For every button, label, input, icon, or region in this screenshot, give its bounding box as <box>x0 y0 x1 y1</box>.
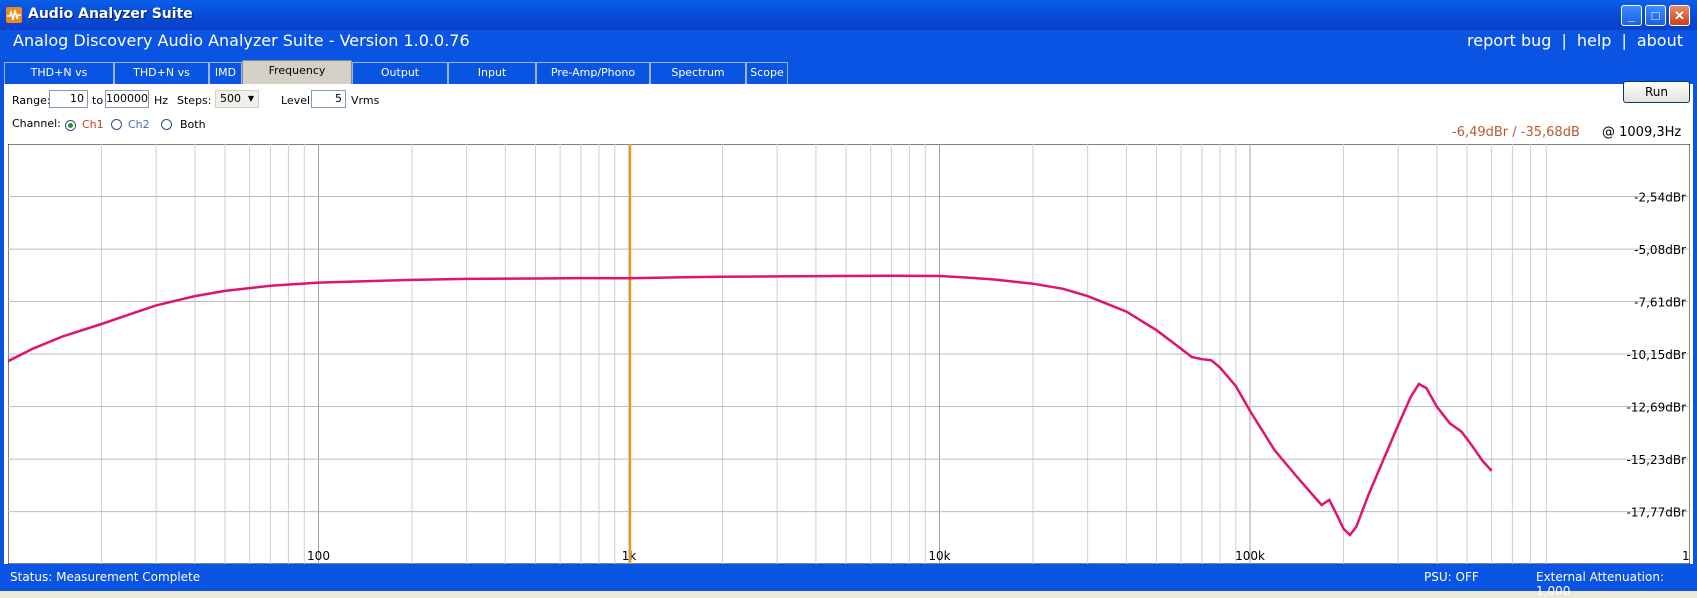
ch2-label[interactable]: Ch2 <box>128 118 150 131</box>
y-tick-label: -10,15dBr <box>1627 348 1687 362</box>
cursor-readout-values: -6,49dBr / -35,68dB <box>1452 125 1580 140</box>
y-tick-label: -5,08dBr <box>1634 243 1686 257</box>
x-tick-label: 100k <box>1235 549 1265 563</box>
both-label[interactable]: Both <box>180 118 206 131</box>
x-tick-label: 1k <box>622 549 637 563</box>
ch2-radio[interactable] <box>111 119 122 130</box>
ch1-label[interactable]: Ch1 <box>82 118 104 131</box>
range-from-input[interactable]: 10 <box>49 90 88 108</box>
frequency-response-panel: Range: 10 to 100000 Hz Steps: 500 ▼ Leve… <box>4 81 1693 564</box>
vrms-label: Vrms <box>351 94 380 107</box>
tab-scope[interactable]: Scope <box>746 62 788 84</box>
tab-thd-n-vs-frequency[interactable]: THD+N vs Frequency <box>4 62 114 99</box>
about-link[interactable]: about <box>1637 31 1683 50</box>
window-title: Audio Analyzer Suite <box>28 6 193 22</box>
cursor-readout-frequency: @ 1009,3Hz <box>1602 125 1682 140</box>
steps-select[interactable]: 500 ▼ <box>215 90 259 108</box>
status-text: Status: Measurement Complete <box>10 570 201 584</box>
status-bar: Status: Measurement Complete PSU: OFF Ex… <box>0 566 1697 598</box>
app-waveform-icon <box>6 7 22 23</box>
psu-status: PSU: OFF <box>1424 570 1479 584</box>
y-tick-label: -12,69dBr <box>1627 401 1687 415</box>
run-button[interactable]: Run <box>1623 81 1690 103</box>
minimize-button[interactable]: _ <box>1621 5 1642 26</box>
chevron-down-icon: ▼ <box>247 94 254 103</box>
maximize-button[interactable]: □ <box>1645 5 1666 26</box>
level-label: Level: <box>281 94 314 107</box>
level-input[interactable]: 5 <box>311 90 346 108</box>
y-tick-label: -2,54dBr <box>1634 191 1686 205</box>
range-label: Range: <box>12 94 51 107</box>
y-tick-label: -7,61dBr <box>1634 295 1686 309</box>
report-bug-link[interactable]: report bug <box>1467 31 1551 50</box>
app-version-title: Analog Discovery Audio Analyzer Suite - … <box>13 31 470 50</box>
both-radio[interactable] <box>161 119 172 130</box>
tab-spectrum-analyzer[interactable]: Spectrum Analyzer <box>650 62 746 99</box>
tab-imd[interactable]: IMD <box>209 62 242 84</box>
x-tick-label: 10k <box>928 549 950 563</box>
frequency-response-plot[interactable]: 100 1k 10k 100k -2,54dBr -5,08dBr -7,61dBr -10… <box>8 144 1690 564</box>
tab-strip: THD+N vs Frequency THD+N vs Power IMD Fr… <box>4 60 1693 99</box>
help-link[interactable]: help <box>1577 31 1612 50</box>
steps-value: 500 <box>220 92 241 105</box>
title-bar[interactable]: Audio Analyzer Suite _ □ ✕ <box>0 0 1697 30</box>
link-separator: | <box>1621 31 1627 50</box>
x-axis-corner-label: 1 <box>1682 549 1690 563</box>
tab-pre-amp-phono-stage[interactable]: Pre-Amp/Phono Stage <box>536 62 650 99</box>
y-tick-label: -17,77dBr <box>1627 506 1687 520</box>
channel-label: Channel: <box>12 117 61 130</box>
steps-label: Steps: <box>177 94 212 107</box>
external-attenuation: External Attenuation: 1,000 <box>1536 570 1664 598</box>
x-tick-label: 100 <box>307 549 330 563</box>
close-button[interactable]: ✕ <box>1669 5 1690 26</box>
link-separator: | <box>1561 31 1567 50</box>
y-tick-label: -15,23dBr <box>1627 453 1687 467</box>
to-label: to <box>92 94 104 107</box>
app-window: Audio Analyzer Suite _ □ ✕ Analog Discov… <box>0 0 1697 598</box>
range-to-input[interactable]: 100000 <box>105 90 149 108</box>
tab-thd-n-vs-power[interactable]: THD+N vs Power <box>114 62 209 99</box>
ch1-radio[interactable] <box>65 120 76 131</box>
hz-label: Hz <box>154 94 169 107</box>
tab-output-impedance[interactable]: Output Impedance <box>352 62 448 99</box>
header-links: report bug | help | about <box>1467 30 1683 52</box>
tab-frequency-response[interactable]: Frequency Response <box>242 60 352 97</box>
app-header: Analog Discovery Audio Analyzer Suite - … <box>4 30 1693 60</box>
tab-input-impedance[interactable]: Input Impedance <box>448 62 536 99</box>
